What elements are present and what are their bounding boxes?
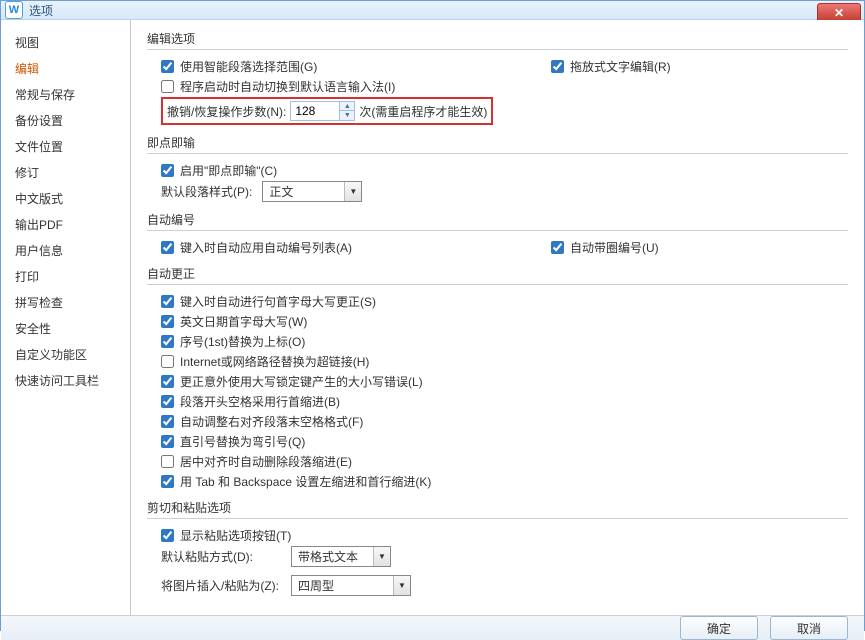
sidebar-item-chinese-layout[interactable]: 中文版式: [1, 186, 130, 212]
sidebar: 视图 编辑 常规与保存 备份设置 文件位置 修订 中文版式 输出PDF 用户信息…: [1, 20, 131, 615]
default-paste-label: 默认粘贴方式(D):: [161, 548, 281, 565]
checkbox-ac-9[interactable]: 用 Tab 和 Backspace 设置左缩进和首行缩进(K): [161, 473, 431, 490]
checkbox-ac-2[interactable]: 序号(1st)替换为上标(O): [161, 333, 305, 350]
checkbox-ac-5[interactable]: 段落开头空格采用行首缩进(B): [161, 393, 340, 410]
undo-unit: 次: [359, 103, 371, 120]
sidebar-item-backup[interactable]: 备份设置: [1, 108, 130, 134]
chevron-down-icon: ▼: [373, 547, 390, 566]
checkbox-ac-8[interactable]: 居中对齐时自动删除段落缩进(E): [161, 453, 352, 470]
group-auto-number: 自动编号 键入时自动应用自动编号列表(A) 自动带圈编号(U): [147, 211, 848, 257]
sidebar-item-user-info[interactable]: 用户信息: [1, 238, 130, 264]
checkbox-drag-edit[interactable]: 拖放式文字编辑(R): [551, 58, 671, 75]
sidebar-item-print[interactable]: 打印: [1, 264, 130, 290]
default-para-style-label: 默认段落样式(P):: [161, 183, 252, 200]
sidebar-item-spell-check[interactable]: 拼写检查: [1, 290, 130, 316]
group-edit-options: 编辑选项 使用智能段落选择范围(G) 拖放式文字编辑(R) 程序启动时自动切换到…: [147, 30, 848, 126]
checkbox-smart-paragraph[interactable]: 使用智能段落选择范围(G): [161, 58, 317, 75]
insert-picture-label: 将图片插入/粘贴为(Z):: [161, 577, 291, 594]
sidebar-item-output-pdf[interactable]: 输出PDF: [1, 212, 130, 238]
ok-button[interactable]: 确定: [680, 616, 758, 640]
app-icon: W: [5, 1, 23, 19]
undo-steps-spinner[interactable]: ▲▼: [290, 101, 355, 121]
group-click-type: 即点即输 启用"即点即输"(C) 默认段落样式(P): 正文 ▼: [147, 134, 848, 203]
spin-down-icon[interactable]: ▼: [340, 111, 354, 120]
default-para-style-dropdown[interactable]: 正文 ▼: [262, 181, 362, 202]
sidebar-item-general-save[interactable]: 常规与保存: [1, 82, 130, 108]
checkbox-ac-0[interactable]: 键入时自动进行句首字母大写更正(S): [161, 293, 376, 310]
sidebar-item-view[interactable]: 视图: [1, 30, 130, 56]
cancel-button[interactable]: 取消: [770, 616, 848, 640]
undo-steps-highlight: 撤销/恢复操作步数(N): ▲▼ 次 (需重启程序才能生效): [161, 97, 493, 125]
chevron-down-icon: ▼: [393, 576, 410, 595]
checkbox-ac-7[interactable]: 直引号替换为弯引号(Q): [161, 433, 305, 450]
undo-note: (需重启程序才能生效): [371, 103, 487, 120]
sidebar-item-security[interactable]: 安全性: [1, 316, 130, 342]
default-paste-dropdown[interactable]: 带格式文本 ▼: [291, 546, 391, 567]
checkbox-show-paste-options[interactable]: 显示粘贴选项按钮(T): [161, 527, 291, 544]
titlebar: W 选项 ✕: [1, 1, 864, 20]
group-cut-paste: 剪切和粘贴选项 显示粘贴选项按钮(T) 默认粘贴方式(D): 带格式文本 ▼ 将…: [147, 499, 848, 597]
checkbox-ac-3[interactable]: Internet或网络路径替换为超链接(H): [161, 353, 369, 370]
insert-picture-dropdown[interactable]: 四周型 ▼: [291, 575, 411, 596]
undo-steps-input[interactable]: [291, 102, 339, 120]
checkbox-ac-6[interactable]: 自动调整右对齐段落末空格格式(F): [161, 413, 363, 430]
sidebar-item-edit[interactable]: 编辑: [1, 56, 130, 82]
options-dialog: W 选项 ✕ 视图 编辑 常规与保存 备份设置 文件位置 修订 中文版式 输出P…: [0, 0, 865, 631]
group-title: 编辑选项: [147, 30, 848, 47]
checkbox-enable-click-type[interactable]: 启用"即点即输"(C): [161, 162, 277, 179]
checkbox-switch-ime[interactable]: 程序启动时自动切换到默认语言输入法(I): [161, 78, 395, 95]
window-title: 选项: [29, 2, 53, 19]
checkbox-ac-1[interactable]: 英文日期首字母大写(W): [161, 313, 307, 330]
checkbox-auto-number-list[interactable]: 键入时自动应用自动编号列表(A): [161, 239, 352, 256]
checkbox-ac-4[interactable]: 更正意外使用大写锁定键产生的大小写错误(L): [161, 373, 423, 390]
sidebar-item-revision[interactable]: 修订: [1, 160, 130, 186]
sidebar-item-file-locations[interactable]: 文件位置: [1, 134, 130, 160]
content-panel: 编辑选项 使用智能段落选择范围(G) 拖放式文字编辑(R) 程序启动时自动切换到…: [131, 20, 864, 615]
sidebar-item-quick-access[interactable]: 快速访问工具栏: [1, 368, 130, 394]
undo-label: 撤销/恢复操作步数(N):: [167, 103, 286, 120]
checkbox-circled-number[interactable]: 自动带圈编号(U): [551, 239, 659, 256]
sidebar-item-custom-ribbon[interactable]: 自定义功能区: [1, 342, 130, 368]
dialog-footer: 确定 取消: [1, 615, 864, 640]
chevron-down-icon: ▼: [344, 182, 361, 201]
spin-up-icon[interactable]: ▲: [340, 102, 354, 111]
group-auto-correct: 自动更正 键入时自动进行句首字母大写更正(S) 英文日期首字母大写(W) 序号(…: [147, 265, 848, 491]
